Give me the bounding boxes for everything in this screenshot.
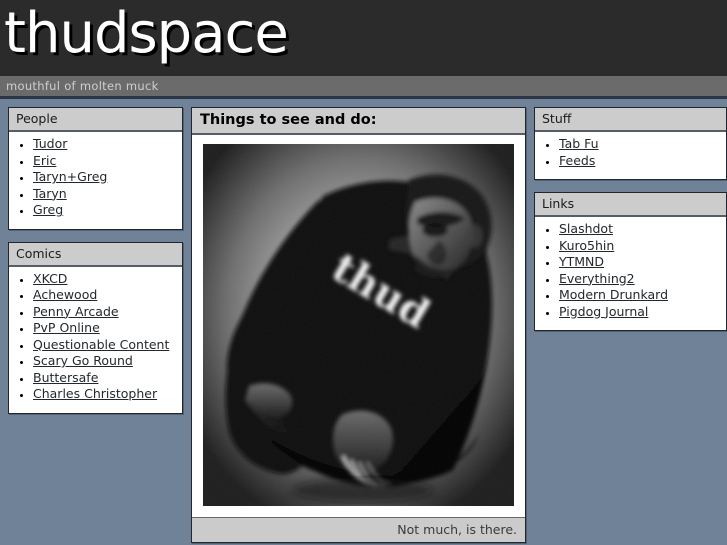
link-buttersafe[interactable]: Buttersafe — [33, 370, 98, 385]
sidebar-box-comics: Comics XKCD Achewood Penny Arcade PvP On… — [8, 241, 183, 414]
link-tudor[interactable]: Tudor — [33, 136, 67, 151]
list-item: PvP Online — [33, 320, 182, 337]
sidebar-box-links-header: Links — [535, 193, 726, 217]
list-item: Penny Arcade — [33, 304, 182, 321]
link-penny-arcade[interactable]: Penny Arcade — [33, 304, 119, 319]
link-scary-go-round[interactable]: Scary Go Round — [33, 353, 133, 368]
main-column: Things to see and do: Not much, is there… — [191, 107, 526, 543]
sidebar-box-stuff-header: Stuff — [535, 108, 726, 132]
link-achewood[interactable]: Achewood — [33, 287, 97, 302]
link-everything2[interactable]: Everything2 — [559, 271, 635, 286]
list-item: Modern Drunkard — [559, 287, 726, 304]
tagline-bar: mouthful of molten muck — [0, 76, 727, 99]
list-item: Taryn — [33, 186, 182, 203]
list-item: Greg — [33, 202, 182, 219]
stuff-list: Tab Fu Feeds — [535, 136, 726, 169]
link-greg[interactable]: Greg — [33, 202, 63, 217]
link-feeds[interactable]: Feeds — [559, 153, 595, 168]
link-modern-drunkard[interactable]: Modern Drunkard — [559, 287, 668, 302]
list-item: Feeds — [559, 153, 726, 170]
list-item: Kuro5hin — [559, 238, 726, 255]
sidebar-box-people-header: People — [9, 108, 182, 132]
sidebar-box-links: Links Slashdot Kuro5hin YTMND Everything… — [534, 192, 727, 331]
main-panel-header: Things to see and do: — [192, 108, 525, 135]
list-item: XKCD — [33, 271, 182, 288]
list-item: Eric — [33, 153, 182, 170]
link-pigdog-journal[interactable]: Pigdog Journal — [559, 304, 648, 319]
people-list: Tudor Eric Taryn+Greg Taryn Greg — [9, 136, 182, 219]
link-charles-christopher[interactable]: Charles Christopher — [33, 386, 157, 401]
list-item: Everything2 — [559, 271, 726, 288]
thud-photo: thud — [203, 144, 514, 506]
list-item: Buttersafe — [33, 370, 182, 387]
sidebar-box-stuff: Stuff Tab Fu Feeds — [534, 107, 727, 180]
sidebar-box-people: People Tudor Eric Taryn+Greg Taryn Greg — [8, 107, 183, 230]
masthead: thudspace — [0, 0, 727, 76]
page-content: People Tudor Eric Taryn+Greg Taryn Greg … — [0, 99, 727, 545]
list-item: Achewood — [33, 287, 182, 304]
main-panel: Things to see and do: Not much, is there… — [191, 107, 526, 543]
links-list: Slashdot Kuro5hin YTMND Everything2 Mode… — [535, 221, 726, 320]
link-taryn-greg[interactable]: Taryn+Greg — [33, 169, 107, 184]
list-item: Taryn+Greg — [33, 169, 182, 186]
list-item: Pigdog Journal — [559, 304, 726, 321]
link-taryn[interactable]: Taryn — [33, 186, 67, 201]
site-title: thudspace — [4, 1, 289, 66]
thud-photo-graphic: thud — [203, 144, 514, 506]
list-item: Tab Fu — [559, 136, 726, 153]
link-questionable-content[interactable]: Questionable Content — [33, 337, 169, 352]
link-slashdot[interactable]: Slashdot — [559, 221, 613, 236]
list-item: Charles Christopher — [33, 386, 182, 403]
list-item: Scary Go Round — [33, 353, 182, 370]
link-ytmnd[interactable]: YTMND — [559, 254, 604, 269]
sidebar-box-people-body: Tudor Eric Taryn+Greg Taryn Greg — [9, 132, 182, 229]
comics-list: XKCD Achewood Penny Arcade PvP Online Qu… — [9, 271, 182, 403]
sidebar-box-comics-header: Comics — [9, 242, 182, 267]
sidebar-box-links-body: Slashdot Kuro5hin YTMND Everything2 Mode… — [535, 217, 726, 330]
sidebar-box-comics-body: XKCD Achewood Penny Arcade PvP Online Qu… — [9, 267, 182, 413]
left-sidebar: People Tudor Eric Taryn+Greg Taryn Greg … — [8, 107, 183, 426]
list-item: YTMND — [559, 254, 726, 271]
link-pvp-online[interactable]: PvP Online — [33, 320, 100, 335]
main-panel-footer: Not much, is there. — [192, 517, 525, 542]
sidebar-box-stuff-body: Tab Fu Feeds — [535, 132, 726, 179]
right-sidebar: Stuff Tab Fu Feeds Links Slashdot Kuro5h… — [534, 107, 727, 343]
list-item: Slashdot — [559, 221, 726, 238]
site-tagline: mouthful of molten muck — [6, 79, 159, 93]
link-eric[interactable]: Eric — [33, 153, 56, 168]
link-tab-fu[interactable]: Tab Fu — [559, 136, 599, 151]
link-kuro5hin[interactable]: Kuro5hin — [559, 238, 614, 253]
list-item: Tudor — [33, 136, 182, 153]
link-xkcd[interactable]: XKCD — [33, 271, 67, 286]
main-panel-body: thud — [192, 135, 525, 517]
list-item: Questionable Content — [33, 337, 182, 354]
